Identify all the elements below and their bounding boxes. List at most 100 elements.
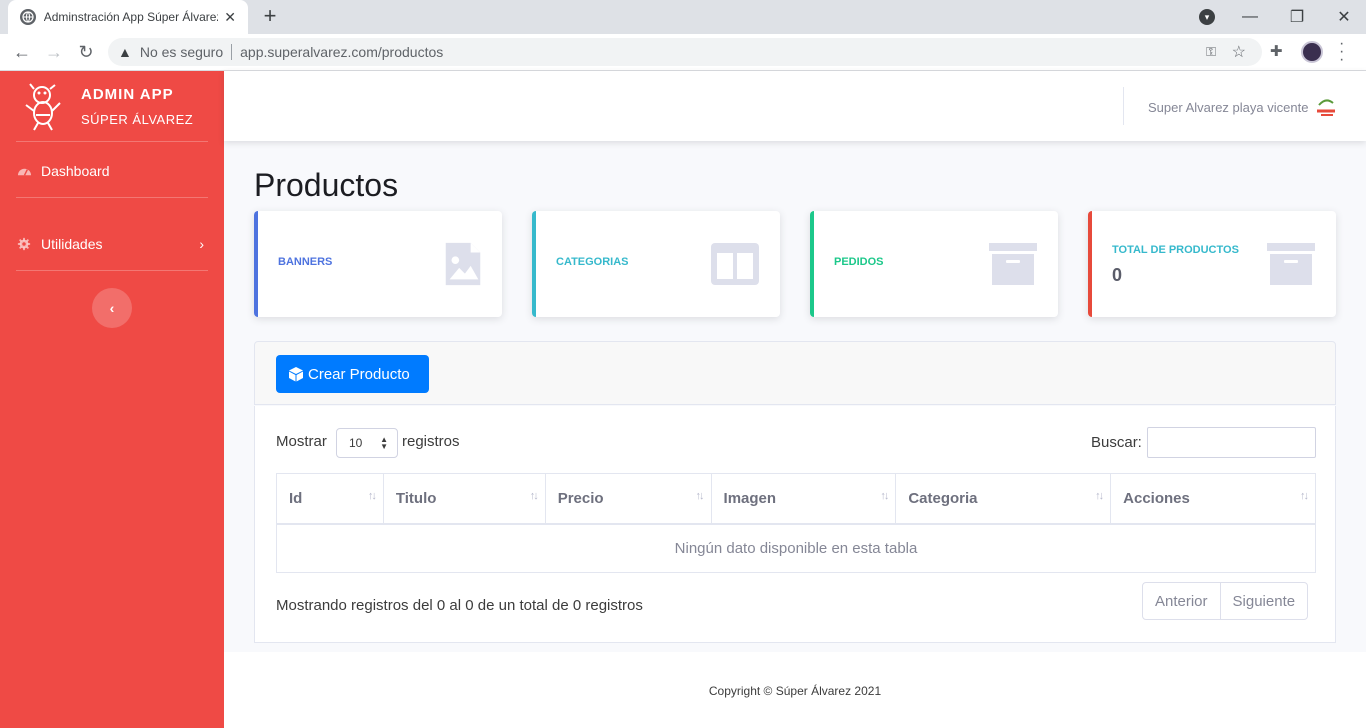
sidebar-brand[interactable]: ADMIN APP SÚPER ÁLVAREZ	[0, 71, 224, 141]
topbar-divider	[1123, 87, 1124, 125]
sort-icon: ↑↓	[367, 490, 377, 502]
warning-icon: ▲	[118, 44, 132, 60]
create-product-label: Crear Producto	[308, 365, 410, 383]
tab-search-icon[interactable]: ▾	[1199, 9, 1215, 25]
column-header-categoria[interactable]: Categoria ↑↓	[895, 473, 1112, 525]
table-row: Ningún dato disponible en esta tabla	[276, 523, 1316, 573]
page-size-select[interactable]: 10 ▲ ▼	[336, 428, 398, 458]
browser-menu-icon[interactable]: · · ·	[1339, 36, 1344, 68]
forward-icon[interactable]: →	[42, 40, 66, 64]
close-window-icon[interactable]: ✕	[1330, 0, 1358, 34]
close-tab-icon[interactable]: ✕	[222, 9, 238, 26]
card-accent	[532, 211, 536, 317]
sidebar-toggle-button[interactable]: ‹	[92, 288, 132, 328]
page-title: Productos	[254, 167, 399, 203]
column-header-label: Imagen	[723, 489, 777, 507]
sidebar-divider	[16, 141, 208, 142]
card-label: BANNERS	[278, 256, 333, 268]
column-header-id[interactable]: Id ↑↓	[276, 473, 384, 525]
table-panel: Mostrar 10 ▲ ▼ registros Buscar: Id ↑↓ Tit…	[254, 406, 1336, 643]
not-secure-label: No es seguro	[139, 44, 224, 60]
footer: Copyright © Súper Álvarez 2021	[224, 652, 1366, 728]
profile-avatar[interactable]	[1301, 41, 1323, 63]
box-icon	[288, 366, 304, 382]
page-size-value: 10	[349, 436, 363, 450]
sort-icon: ↑↓	[529, 490, 539, 502]
browser-tab-title: Adminstración App Súper Álvarez	[43, 10, 219, 24]
products-table: Id ↑↓ Titulo ↑↓ Precio ↑↓ Imagen ↑↓ Categori…	[276, 473, 1316, 573]
card-accent	[1088, 211, 1092, 317]
previous-page-button[interactable]: Anterior	[1143, 583, 1221, 619]
browser-tab[interactable]: Adminstración App Súper Álvarez ✕	[8, 0, 248, 34]
image-file-icon	[445, 242, 481, 286]
card-pedidos[interactable]: PEDIDOS	[810, 211, 1058, 317]
card-banners[interactable]: BANNERS	[254, 211, 502, 317]
sidebar-item-dashboard[interactable]: Dashboard	[16, 161, 208, 181]
column-header-label: Categoria	[908, 489, 978, 507]
create-product-button[interactable]: Crear Producto	[276, 355, 429, 393]
sidebar-divider	[16, 197, 208, 198]
next-page-button[interactable]: Siguiente	[1221, 583, 1308, 619]
sort-icon: ↑↓	[1095, 490, 1104, 502]
user-logo-icon[interactable]	[1313, 95, 1339, 117]
gear-icon	[16, 236, 32, 252]
sidebar: ADMIN APP SÚPER ÁLVAREZ Dashboard Utilid…	[0, 71, 224, 728]
card-accent	[810, 211, 814, 317]
topbar: Super Alvarez playa vicente	[224, 71, 1366, 141]
brand-title: ADMIN APP	[81, 86, 174, 103]
tachometer-icon	[16, 163, 32, 179]
pagination: Anterior Siguiente	[1142, 582, 1309, 620]
brand-logo-icon	[25, 83, 61, 131]
show-entries-label: Mostrar	[276, 433, 327, 450]
empty-table-message: Ningún dato disponible en esta tabla	[276, 523, 1316, 573]
archive-icon	[989, 243, 1037, 285]
new-tab-icon[interactable]: +	[258, 4, 282, 28]
extensions-icon[interactable]: ✚	[1270, 42, 1283, 60]
table-info: Mostrando registros del 0 al 0 de un tot…	[276, 597, 643, 614]
card-label: TOTAL DE PRODUCTOS	[1112, 244, 1239, 256]
sort-icon: ↑↓	[1300, 490, 1309, 502]
search-label: Buscar:	[1091, 434, 1142, 451]
bookmark-star-icon[interactable]: ☆	[1232, 42, 1246, 62]
column-header-label: Titulo	[395, 489, 437, 507]
main-content: Super Alvarez playa vicente Productos BA…	[224, 71, 1366, 728]
search-input[interactable]	[1147, 427, 1316, 458]
minimize-icon[interactable]: —	[1236, 0, 1264, 34]
address-separator	[231, 44, 233, 60]
card-accent	[254, 211, 258, 317]
key-icon[interactable]: ⚿	[1206, 44, 1216, 60]
table-header-row: Id ↑↓ Titulo ↑↓ Precio ↑↓ Imagen ↑↓ Categori…	[276, 473, 1316, 525]
card-total-productos[interactable]: TOTAL DE PRODUCTOS 0	[1088, 211, 1336, 317]
card-label: CATEGORIAS	[556, 256, 629, 268]
column-header-label: Acciones	[1123, 489, 1190, 507]
column-header-imagen[interactable]: Imagen ↑↓	[710, 473, 897, 525]
chevron-right-icon: ›	[199, 236, 204, 252]
sort-icon: ↑↓	[880, 490, 889, 502]
copyright-text: Copyright © Súper Álvarez 2021	[708, 684, 882, 698]
browser-toolbar: ← → ↻ ▲ No es seguro app.superalvarez.co…	[0, 34, 1366, 71]
back-icon[interactable]: ←	[10, 40, 34, 64]
user-name[interactable]: Super Alvarez playa vicente	[1148, 100, 1308, 115]
url-text[interactable]: app.superalvarez.com/productos	[240, 44, 443, 60]
sort-icon: ↑↓	[695, 490, 705, 502]
column-header-precio[interactable]: Precio ↑↓	[544, 473, 712, 525]
columns-icon	[711, 243, 759, 285]
card-value: 0	[1112, 265, 1123, 285]
action-panel: Crear Producto	[254, 341, 1336, 405]
globe-icon	[20, 9, 36, 25]
column-header-titulo[interactable]: Titulo ↑↓	[382, 473, 546, 525]
records-label: registros	[402, 433, 460, 450]
card-categorias[interactable]: CATEGORIAS	[532, 211, 780, 317]
sidebar-item-utilidades[interactable]: Utilidades ›	[16, 234, 208, 254]
column-header-acciones[interactable]: Acciones ↑↓	[1110, 473, 1316, 525]
restore-icon[interactable]: ❐	[1283, 0, 1311, 34]
card-label: PEDIDOS	[834, 256, 884, 268]
sort-arrows-icon: ▲ ▼	[380, 435, 388, 451]
column-header-label: Precio	[557, 489, 604, 507]
reload-icon[interactable]: ↻	[74, 40, 98, 64]
browser-tab-bar: Adminstración App Súper Álvarez ✕ + ▾ — …	[0, 0, 1366, 34]
column-header-label: Id	[289, 489, 303, 507]
sidebar-item-label: Utilidades	[41, 236, 103, 252]
sidebar-divider	[16, 270, 208, 271]
address-bar[interactable]: ▲ No es seguro app.superalvarez.com/prod…	[108, 38, 1262, 66]
